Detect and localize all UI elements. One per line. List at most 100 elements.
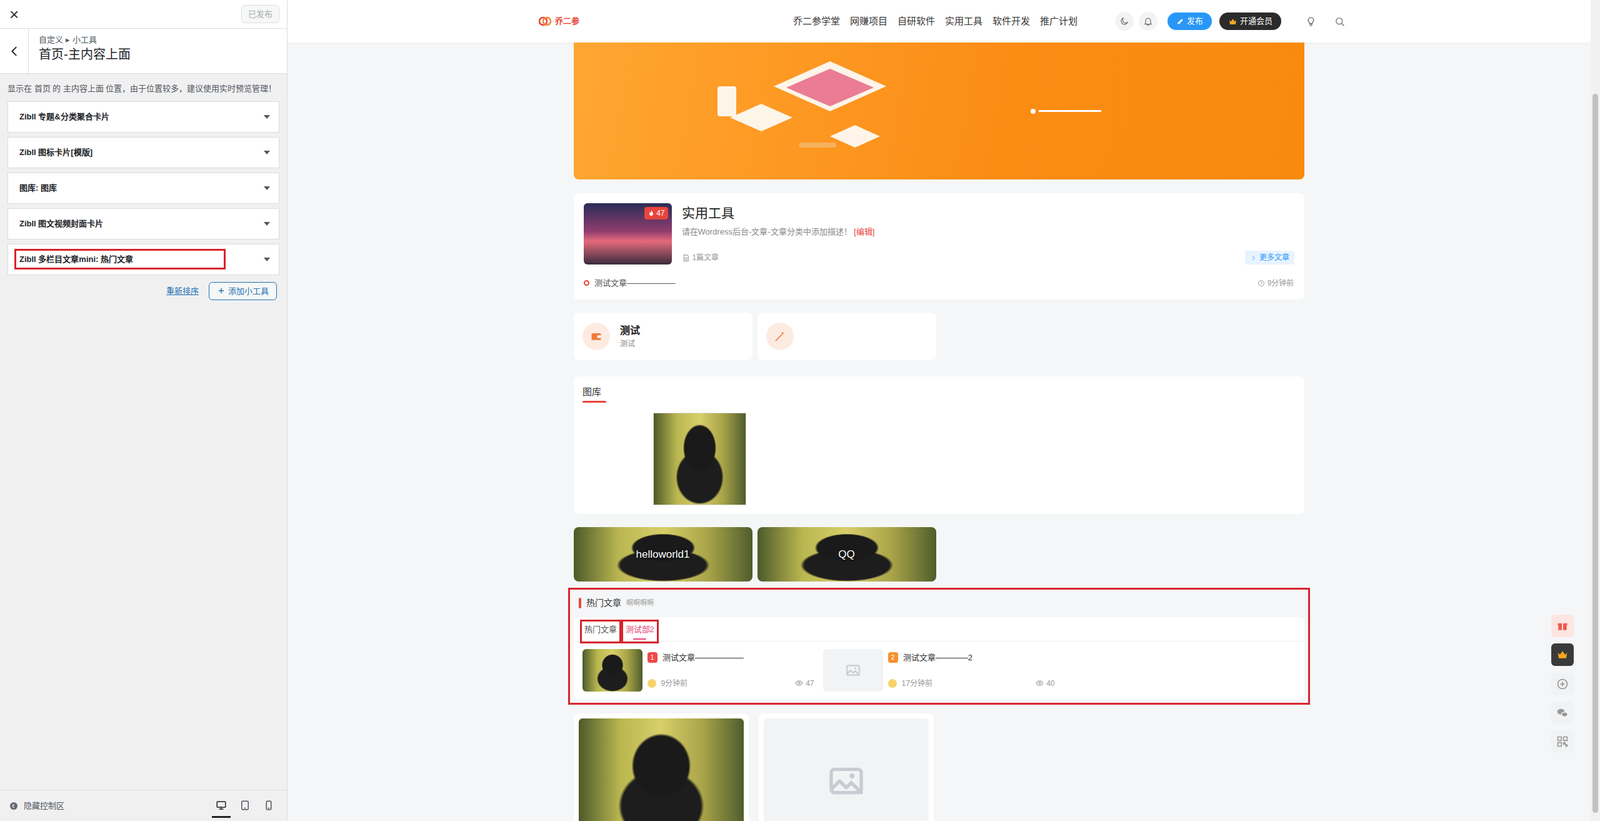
scrollbar[interactable] (1590, 0, 1600, 821)
widget-title: Zibll 多栏目文章mini: 热门文章 (19, 254, 134, 264)
nav-link[interactable]: 网赚项目 (850, 14, 888, 29)
nav-link[interactable]: 实用工具 (945, 14, 983, 29)
caret-icon[interactable] (263, 257, 270, 262)
gallery-card: 图库 (573, 376, 1305, 515)
vip-button[interactable]: 开通会员 (1219, 12, 1282, 30)
eye-icon (795, 678, 804, 687)
site-logo[interactable]: 乔二参 (537, 13, 580, 29)
tab[interactable]: 热门文章 (582, 621, 619, 641)
main-nav: 乔二参学堂网赚项目自研软件实用工具软件开发推广计划 (793, 14, 1078, 29)
post-title[interactable]: 测试文章—————— (662, 651, 744, 664)
mobile-icon (263, 799, 275, 811)
search-button[interactable] (1330, 11, 1349, 31)
nav-link[interactable]: 软件开发 (992, 14, 1030, 29)
tips-button[interactable] (1301, 11, 1320, 31)
category-title[interactable]: 实用工具 (681, 203, 1295, 224)
post-thumbnail[interactable] (823, 648, 884, 692)
add-widget-button[interactable]: 添加小工具 (208, 281, 277, 301)
chevron-right-icon (1250, 254, 1257, 262)
collapse-icon (8, 800, 19, 811)
widget-item[interactable]: Zibll 多栏目文章mini: 热门文章 (7, 243, 280, 275)
gallery-image[interactable] (653, 412, 747, 505)
plus-circle-icon (1556, 677, 1569, 690)
caret-icon[interactable] (263, 221, 270, 226)
back-button[interactable] (0, 28, 29, 74)
bell-icon (1143, 16, 1154, 27)
tab[interactable]: 测试部2 (623, 621, 657, 641)
bullet-icon (583, 280, 590, 286)
icon-card[interactable] (757, 312, 937, 360)
rank-badge: 1 (647, 651, 658, 663)
section-header: 自定义▸小工具首页-主内容上面 (0, 28, 287, 74)
image-placeholder-icon (826, 760, 867, 801)
float-button[interactable] (1551, 672, 1574, 695)
device-button[interactable] (259, 793, 279, 818)
image-card[interactable]: QQ (757, 526, 937, 582)
widget-item[interactable]: Zibll 图文视频封面卡片 (7, 208, 280, 240)
banner-image[interactable] (573, 42, 1305, 180)
author-avatar[interactable] (888, 678, 897, 688)
more-posts-button[interactable]: 更多文章 (1245, 250, 1295, 265)
caret-icon[interactable] (263, 186, 270, 190)
site-header: 乔二参 乔二参学堂网赚项目自研软件实用工具软件开发推广计划 发布开通会员 (287, 0, 1600, 43)
qr-code-icon (1556, 735, 1569, 748)
widget-item[interactable]: Zibll 图标卡片[模版] (7, 136, 280, 169)
post-card[interactable] (573, 713, 749, 821)
clock-icon (1257, 279, 1265, 287)
post-count: 1篇文章 (692, 251, 720, 264)
tablet-icon (239, 799, 251, 811)
icon-card-row: 测试测试 (573, 312, 1305, 360)
site-preview: 乔二参乔二参学堂网赚项目自研软件实用工具软件开发推广计划发布开通会员47实用工具… (287, 0, 1600, 821)
reorder-link[interactable]: 重新排序 (166, 285, 199, 298)
doc-icon (681, 253, 690, 262)
caret-icon[interactable] (263, 150, 270, 155)
nav-link[interactable]: 自研软件 (897, 14, 935, 29)
image-card-title: QQ (838, 546, 855, 563)
author-avatar[interactable] (647, 678, 657, 688)
gallery-title: 图库 (582, 385, 1296, 400)
breadcrumb-current: 小工具 (72, 33, 97, 47)
device-kind (239, 799, 251, 809)
nav-link[interactable]: 乔二参学堂 (793, 14, 840, 29)
category-cover[interactable]: 47 (583, 203, 672, 265)
back-icon (7, 44, 22, 59)
breadcrumb-parent[interactable]: 自定义 (38, 33, 64, 47)
post-card[interactable] (758, 713, 934, 821)
post-title[interactable]: 测试文章————2 (903, 651, 973, 664)
hide-controls-button[interactable]: 隐藏控制区 (8, 799, 65, 812)
hot-post[interactable]: 1测试文章——————9分钟前47 (582, 648, 815, 692)
close-button[interactable]: × (0, 0, 29, 29)
crown-icon (1228, 16, 1238, 27)
post-time: 17分钟前 (901, 677, 933, 689)
device-button[interactable] (235, 793, 255, 818)
image-card[interactable]: helloworld1 (573, 526, 753, 582)
nav-link[interactable]: 推广计划 (1040, 14, 1078, 29)
icon-card[interactable]: 测试测试 (573, 312, 753, 360)
post-thumbnail[interactable] (582, 648, 643, 692)
widget-item[interactable]: 图库: 图库 (7, 172, 280, 204)
float-button[interactable] (1551, 701, 1574, 724)
breadcrumb-separator: ▸ (65, 33, 70, 47)
hot-posts-widget: 热门文章啊啊啊啊热门文章测试部21测试文章——————9分钟前472测试文章——… (573, 593, 1305, 699)
section-description: 显示在 首页 的 主内容上面 位置，由于位置较多，建议使用实时预览管理！ (0, 73, 287, 102)
hot-post[interactable]: 2测试文章————217分钟前40 (823, 648, 1055, 692)
float-button[interactable] (1551, 730, 1574, 753)
customizer-footer: 隐藏控制区 (0, 789, 287, 821)
category-description: 请在Wordress后台-文章-文章分类中添加描述！ (681, 226, 852, 237)
edit-link[interactable]: [编辑] (853, 226, 875, 237)
publish-post-button[interactable]: 发布 (1167, 12, 1212, 30)
crown-icon (1556, 648, 1569, 661)
logo-text: 乔二参 (555, 15, 580, 28)
search-icon (1334, 16, 1345, 27)
post-link[interactable]: 测试文章—————— (594, 276, 676, 290)
caret-icon[interactable] (263, 115, 270, 119)
view-count: 47 (805, 677, 814, 689)
device-button[interactable] (211, 793, 231, 818)
theme-toggle[interactable] (1115, 11, 1134, 31)
notification-button[interactable] (1138, 11, 1158, 31)
float-button[interactable] (1551, 643, 1574, 666)
float-button[interactable] (1551, 614, 1574, 637)
category-card: 47 实用工具请在Wordress后台-文章-文章分类中添加描述！ [编辑] 1篇文… (573, 193, 1305, 300)
icon-card-subtitle: 测试 (620, 338, 640, 350)
widget-item[interactable]: Zibll 专题&分类聚合卡片 (7, 101, 280, 133)
